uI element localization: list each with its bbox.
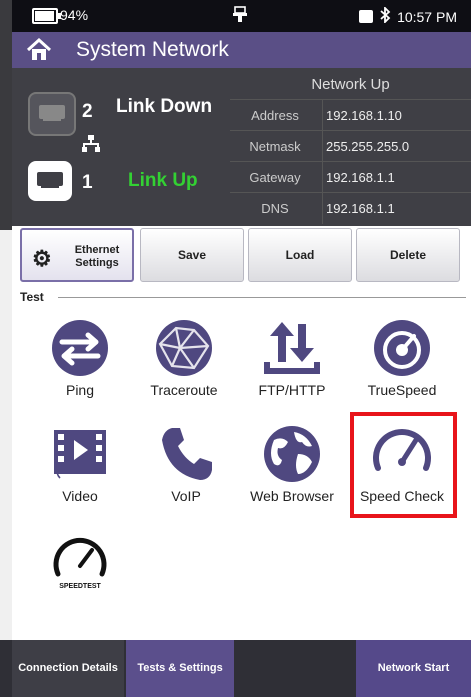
ethernet-port-2-icon[interactable]	[28, 92, 76, 136]
truespeed-label: TrueSpeed	[367, 382, 437, 398]
traceroute-tile[interactable]: Traceroute	[134, 318, 234, 398]
web-browser-icon	[254, 424, 330, 484]
ftp-http-label: FTP/HTTP	[258, 382, 326, 398]
gateway-value: 192.168.1.1	[326, 170, 395, 185]
home-icon[interactable]	[26, 37, 52, 67]
dns-label: DNS	[261, 201, 289, 216]
traceroute-icon	[146, 318, 222, 378]
ethernet-settings-label: Ethernet Settings	[74, 244, 120, 269]
address-label: Address	[251, 108, 299, 123]
page-title: System Network	[76, 38, 229, 61]
ethernet-settings-button[interactable]: ⚙ Ethernet Settings	[20, 228, 134, 282]
speedtest-tile[interactable]: SPEEDTEST	[30, 530, 130, 594]
svg-text:SPEEDTEST: SPEEDTEST	[59, 583, 101, 590]
previous-screen-edge	[0, 0, 12, 697]
clock-time: 10:57 PM	[397, 8, 457, 25]
truespeed-tile[interactable]: TrueSpeed	[352, 318, 452, 398]
ethernet-port-1-icon[interactable]	[28, 161, 72, 201]
action-button-row: ⚙ Ethernet Settings Save Load Delete	[12, 226, 471, 286]
phone-icon	[148, 424, 224, 484]
bluetooth-icon	[379, 5, 391, 26]
gateway-label: Gateway	[249, 170, 301, 185]
dns-value: 192.168.1.1	[326, 201, 395, 216]
voip-tile[interactable]: VoIP	[136, 424, 236, 504]
ping-label: Ping	[65, 382, 95, 398]
gear-icon: ⚙	[32, 246, 52, 271]
bottom-navigation-bar: Connection Details Tests & Settings Netw…	[12, 640, 471, 697]
tab-tests-settings[interactable]: Tests & Settings	[126, 640, 234, 697]
netmask-value: 255.255.255.0	[326, 139, 410, 154]
web-browser-tile[interactable]: Web Browser	[242, 424, 342, 504]
network-start-button[interactable]: Network Start	[356, 640, 471, 697]
video-icon	[42, 424, 118, 484]
port-2-link-status: Link Down	[116, 96, 213, 117]
traceroute-label: Traceroute	[150, 382, 218, 398]
selection-highlight-box	[350, 412, 457, 518]
speedtest-icon: SPEEDTEST	[42, 530, 118, 590]
network-status-header: Network Up	[311, 76, 390, 93]
table-row: Address 192.168.1.10	[230, 99, 471, 131]
ping-tile[interactable]: Ping	[30, 318, 130, 398]
save-button[interactable]: Save	[140, 228, 244, 282]
section-divider	[58, 297, 466, 298]
port-1-number: 1	[82, 172, 93, 193]
ping-icon	[42, 318, 118, 378]
table-row: Gateway 192.168.1.1	[230, 161, 471, 193]
network-switch-icon	[82, 135, 100, 158]
ftp-http-tile[interactable]: FTP/HTTP	[242, 318, 342, 398]
video-tile[interactable]: Video	[30, 424, 130, 504]
table-row: DNS 192.168.1.1	[230, 192, 471, 224]
battery-icon	[32, 8, 61, 24]
ftp-http-icon	[254, 318, 330, 378]
battery-percent: 94%	[60, 7, 89, 23]
video-label: Video	[62, 488, 98, 504]
screenshot-icon	[359, 10, 374, 23]
network-info-table: Network Up Address 192.168.1.10 Netmask …	[230, 68, 471, 226]
usb-icon	[232, 6, 248, 29]
web-browser-label: Web Browser	[250, 488, 334, 504]
title-bar: System Network	[12, 32, 471, 68]
table-row: Netmask 255.255.255.0	[230, 130, 471, 162]
netmask-label: Netmask	[249, 139, 301, 154]
address-value: 192.168.1.10	[326, 108, 402, 123]
tab-connection-details[interactable]: Connection Details	[12, 640, 124, 697]
load-button[interactable]: Load	[248, 228, 352, 282]
port-1-link-status: Link Up	[128, 170, 198, 191]
voip-label: VoIP	[171, 488, 201, 504]
truespeed-icon	[364, 318, 440, 378]
test-section-label: Test	[20, 290, 44, 304]
delete-button[interactable]: Delete	[356, 228, 460, 282]
status-bar: 94% 10:57 PM	[12, 0, 471, 32]
device-screen: 94% 10:57 PM System Network 2 Link Down …	[12, 0, 471, 697]
port-2-number: 2	[82, 101, 93, 122]
network-status-panel: 2 Link Down 1 Link Up Network Up Address…	[12, 68, 471, 226]
